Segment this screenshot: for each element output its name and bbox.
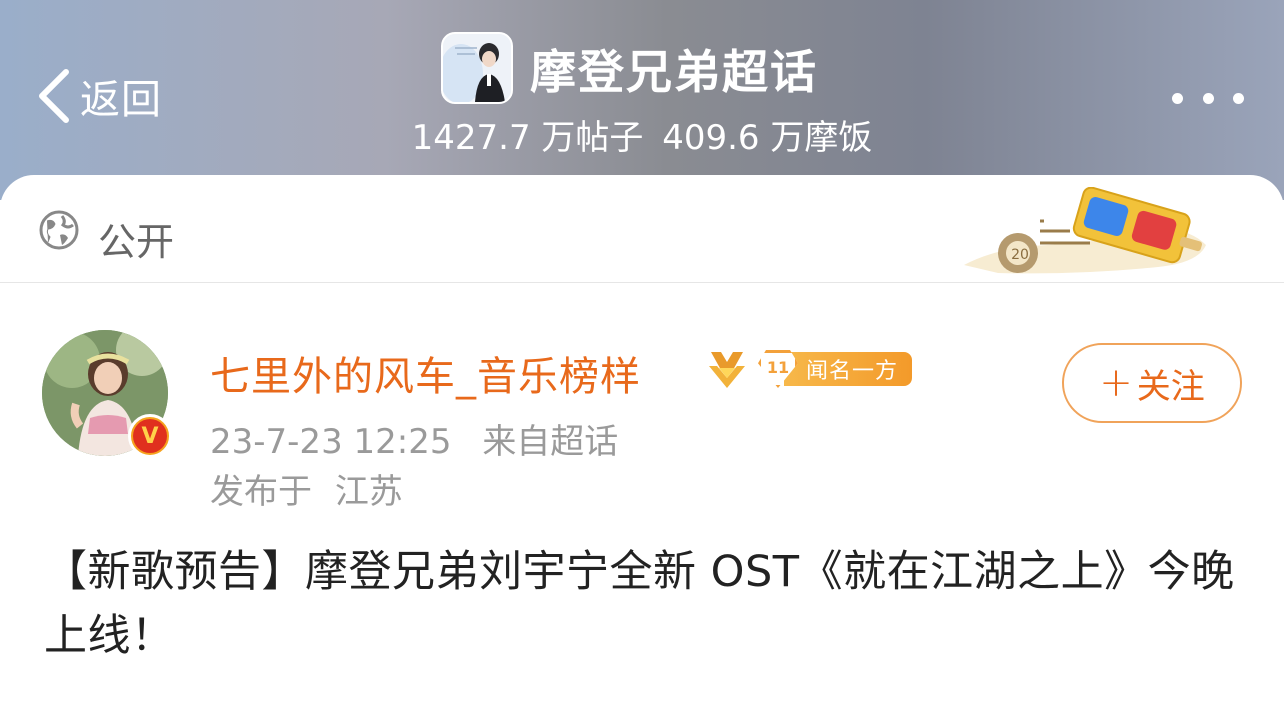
plus-icon: + bbox=[1099, 360, 1133, 406]
globe-icon bbox=[39, 210, 79, 250]
level-title: 闻名一方 bbox=[784, 352, 913, 386]
follow-button[interactable]: + 关注 bbox=[1062, 343, 1242, 423]
post-location: 发布于 江苏 bbox=[210, 464, 403, 513]
post-timestamp: 23-7-23 12:25 bbox=[210, 422, 452, 462]
dot-icon bbox=[1233, 92, 1244, 104]
post-meta: 23-7-23 12:25 来自超话 bbox=[210, 414, 618, 463]
post-body: 【新歌预告】摩登兄弟刘宇宁全新 OST《就在江湖之上》今晚上线！ bbox=[44, 547, 1235, 661]
medal-icon bbox=[709, 352, 745, 388]
visibility-label: 公开 bbox=[98, 220, 175, 264]
post-source[interactable]: 来自超话 bbox=[482, 422, 618, 462]
location-prefix: 发布于 bbox=[210, 472, 312, 512]
level-badge[interactable]: 11 闻名一方 bbox=[758, 350, 913, 388]
visibility-row[interactable]: 公开 20 bbox=[0, 175, 1284, 283]
topic-stats: 1427.7 万帖子 409.6 万摩饭 bbox=[0, 110, 1284, 159]
svg-text:20: 20 bbox=[1011, 247, 1029, 263]
fans-count: 409.6 万摩饭 bbox=[662, 118, 873, 158]
location-name: 江苏 bbox=[334, 472, 403, 512]
username[interactable]: 七里外的风车_音乐榜样 bbox=[210, 344, 641, 402]
posts-count: 1427.7 万帖子 bbox=[411, 118, 644, 158]
more-options-button[interactable] bbox=[1172, 86, 1244, 110]
dot-icon bbox=[1172, 92, 1183, 104]
dot-icon bbox=[1202, 92, 1214, 104]
level-number: 11 bbox=[766, 357, 790, 377]
topic-avatar-icon[interactable] bbox=[441, 32, 513, 104]
topic-title: 摩登兄弟超话 bbox=[530, 45, 818, 99]
topic-header: 返回 摩登兄弟超话 1427.7 万帖子 409.6 万摩饭 bbox=[0, 0, 1284, 200]
verified-badge-icon: V bbox=[128, 414, 172, 458]
film-night-badge-icon: 20 bbox=[964, 187, 1206, 274]
follow-label: 关注 bbox=[1136, 366, 1205, 407]
